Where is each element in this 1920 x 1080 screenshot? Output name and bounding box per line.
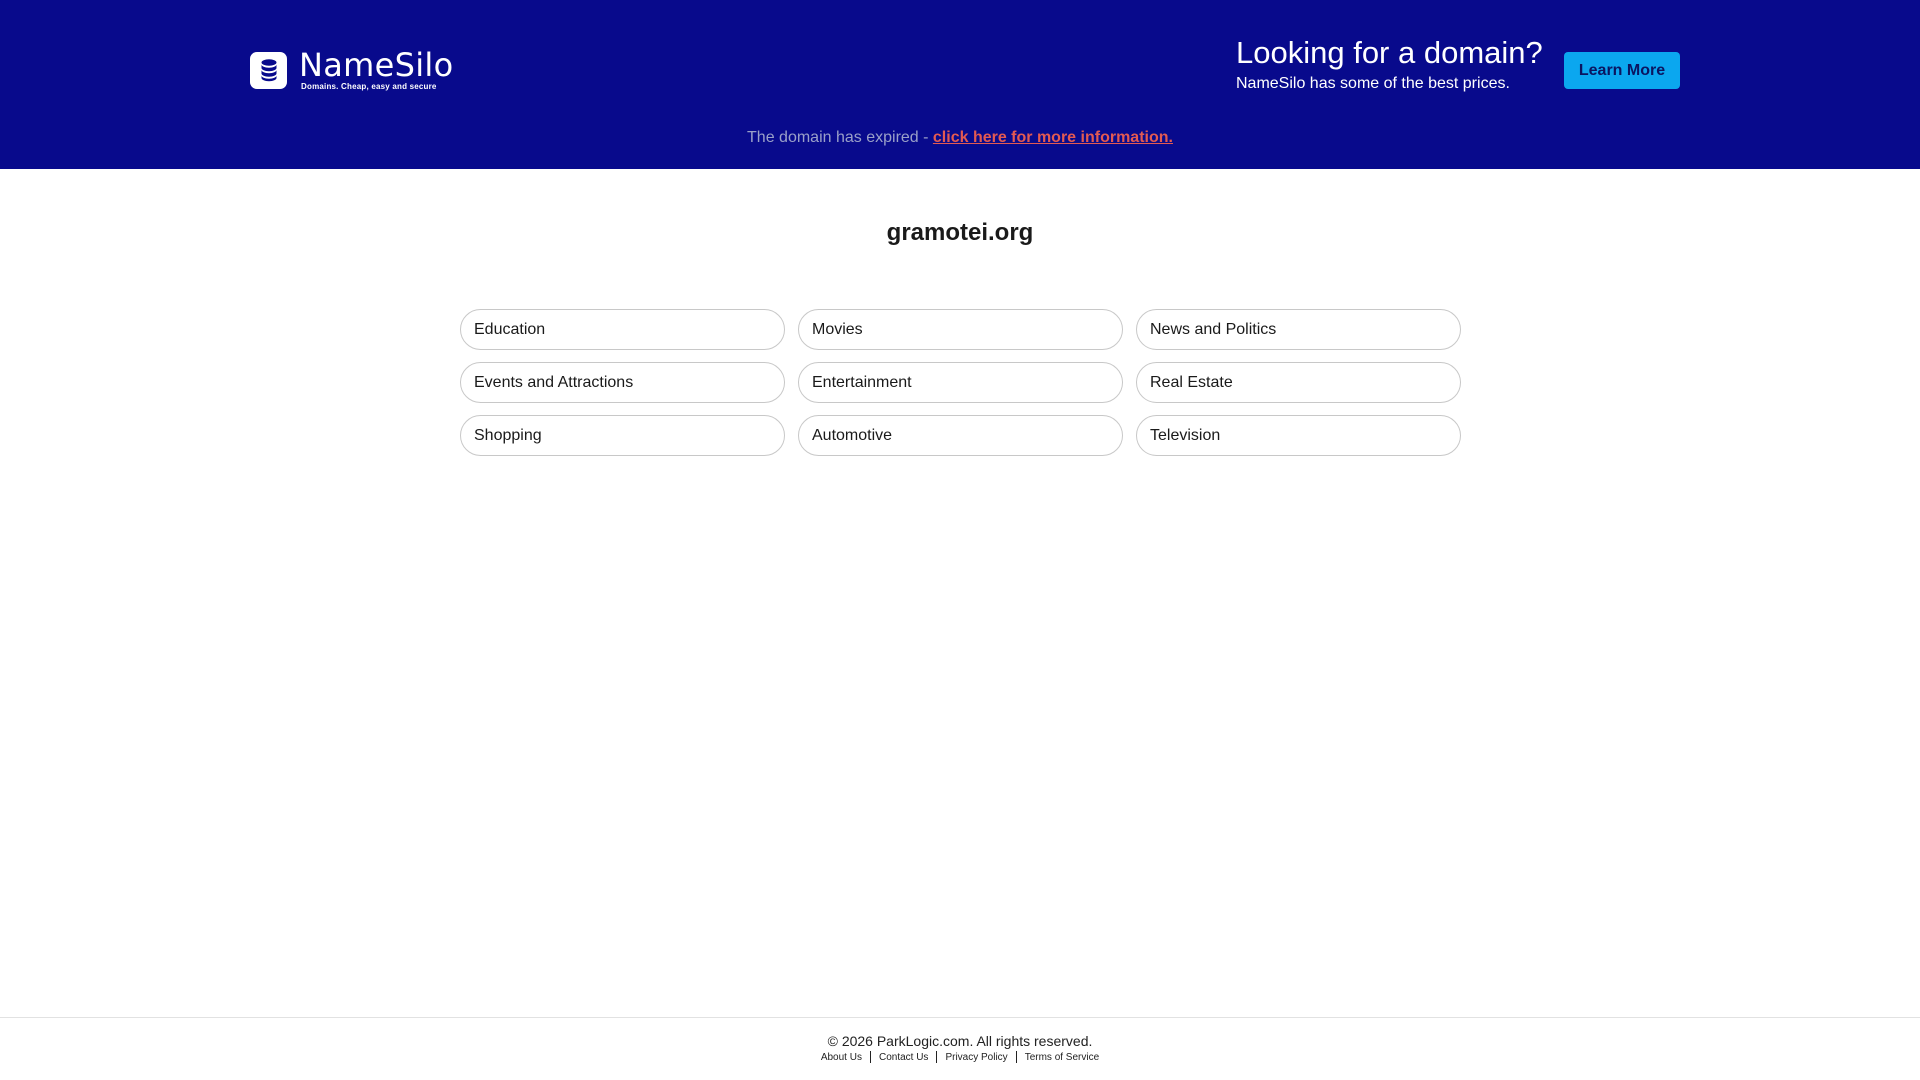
category-shopping[interactable]: Shopping: [460, 415, 785, 456]
category-movies[interactable]: Movies: [798, 309, 1123, 350]
category-automotive[interactable]: Automotive: [798, 415, 1123, 456]
category-events-and-attractions[interactable]: Events and Attractions: [460, 362, 785, 403]
promo-block: Looking for a domain? NameSilo has some …: [1236, 34, 1543, 94]
footer-link-about-us[interactable]: About Us: [821, 1052, 862, 1063]
header: NameSilo Domains. Cheap, easy and secure…: [0, 0, 1920, 169]
namesilo-logo[interactable]: NameSilo Domains. Cheap, easy and secure: [250, 48, 453, 92]
more-info-link[interactable]: click here for more information.: [933, 129, 1173, 146]
database-icon: [250, 51, 287, 89]
category-education[interactable]: Education: [460, 309, 785, 350]
logo-name: NameSilo: [299, 46, 454, 84]
footer-separator: [1015, 1051, 1017, 1063]
footer-link-terms-of-service[interactable]: Terms of Service: [1025, 1052, 1099, 1063]
category-real-estate[interactable]: Real Estate: [1136, 362, 1461, 403]
footer-separator: [869, 1051, 871, 1063]
footer-divider: [0, 1017, 1920, 1018]
category-television[interactable]: Television: [1136, 415, 1461, 456]
category-entertainment[interactable]: Entertainment: [798, 362, 1123, 403]
footer-link-privacy-policy[interactable]: Privacy Policy: [945, 1052, 1007, 1063]
category-news-and-politics[interactable]: News and Politics: [1136, 309, 1461, 350]
footer-link-contact-us[interactable]: Contact Us: [879, 1052, 928, 1063]
learn-more-button[interactable]: Learn More: [1564, 52, 1680, 89]
footer-links: About Us Contact Us Privacy Policy Terms…: [0, 1051, 1920, 1063]
category-grid: Education Movies News and Politics Event…: [460, 309, 1461, 456]
footer-separator: [936, 1051, 938, 1063]
logo-tagline: Domains. Cheap, easy and secure: [301, 82, 437, 91]
domain-name-title: gramotei.org: [886, 219, 1034, 246]
expired-notice: The domain has expired - click here for …: [0, 129, 1920, 147]
expired-notice-text: The domain has expired -: [747, 129, 933, 146]
promo-subtext: NameSilo has some of the best prices.: [1236, 75, 1510, 92]
footer-copyright: © 2026 ParkLogic.com. All rights reserve…: [827, 1033, 1093, 1049]
promo-heading: Looking for a domain?: [1236, 35, 1543, 70]
